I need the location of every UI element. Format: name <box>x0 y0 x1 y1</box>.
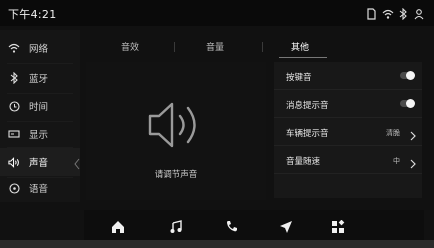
sidebar-item-display[interactable]: 显示 <box>0 120 80 148</box>
key-tone-toggle[interactable] <box>400 71 415 80</box>
sound-icon <box>8 156 20 168</box>
sidebar-item-network[interactable]: 网络 <box>0 34 80 62</box>
phone-icon[interactable] <box>222 217 242 237</box>
sidebar-item-label: 网络 <box>29 44 49 55</box>
wifi-icon <box>8 42 20 54</box>
sound-caption: 请调节声音 <box>154 170 198 180</box>
sidebar-item-sound[interactable]: 声音 <box>0 148 80 176</box>
sidebar-item-bluetooth[interactable]: 蓝牙 <box>0 64 80 92</box>
voice-icon <box>8 182 20 194</box>
speaker-icon <box>146 100 208 154</box>
vehicle-tone-value: 清脆 <box>386 129 400 137</box>
sidebar: 网络 蓝牙 时间 显示 声音 语音 <box>0 30 80 202</box>
sd-card-icon <box>366 5 378 20</box>
bottom-dock <box>84 210 424 244</box>
bluetooth-icon <box>398 5 410 21</box>
sidebar-item-voice[interactable]: 语音 <box>0 174 80 202</box>
settings-screen: 下午4:21 网络 蓝牙 时间 显示 声音 语音 音效 音量 其他 请调节声音 … <box>0 0 434 248</box>
status-icons <box>366 5 426 21</box>
setting-label: 消息提示音 <box>286 101 329 111</box>
tab-sound-effects[interactable]: 音效 <box>121 40 139 53</box>
setting-row-message-tone[interactable]: 消息提示音 <box>274 90 422 118</box>
navigation-icon[interactable] <box>276 217 296 237</box>
sidebar-item-label: 声音 <box>29 158 49 169</box>
clock-icon <box>8 100 20 112</box>
sidebar-item-label: 蓝牙 <box>29 74 49 85</box>
apps-icon[interactable] <box>328 217 348 237</box>
setting-row-speed-volume[interactable]: 音量随速 中 <box>274 146 422 174</box>
sidebar-item-time[interactable]: 时间 <box>0 92 80 120</box>
tab-other[interactable]: 其他 <box>291 40 309 53</box>
music-icon[interactable] <box>166 217 186 237</box>
user-icon <box>414 5 426 20</box>
display-icon <box>8 128 20 140</box>
sound-pane: 请调节声音 <box>86 62 266 200</box>
status-time: 下午4:21 <box>8 8 57 21</box>
sound-tabs: 音效 音量 其他 <box>86 38 422 58</box>
chevron-left-icon <box>74 155 80 174</box>
home-icon[interactable] <box>108 217 128 237</box>
chevron-right-icon <box>410 154 416 173</box>
tab-divider <box>262 42 263 52</box>
chevron-right-icon <box>410 126 416 145</box>
sidebar-item-label: 语音 <box>29 184 49 195</box>
toggle-knob <box>406 71 415 80</box>
toggle-knob <box>406 99 415 108</box>
setting-row-vehicle-tone[interactable]: 车辆提示音 清脆 <box>274 118 422 146</box>
message-tone-toggle[interactable] <box>400 99 415 108</box>
wifi-icon <box>382 5 394 19</box>
setting-label: 车辆提示音 <box>286 129 329 139</box>
setting-label: 音量随速 <box>286 157 321 167</box>
active-tab-indicator <box>279 57 327 58</box>
sidebar-item-label: 显示 <box>29 130 49 141</box>
status-bar: 下午4:21 <box>0 0 434 26</box>
bluetooth-icon <box>8 72 20 84</box>
setting-label: 按键音 <box>286 73 312 83</box>
speed-volume-value: 中 <box>393 157 400 165</box>
settings-panel: 按键音 消息提示音 车辆提示音 清脆 音量随速 中 <box>274 62 422 198</box>
sidebar-item-label: 时间 <box>29 102 49 113</box>
setting-row-key-tone[interactable]: 按键音 <box>274 62 422 90</box>
bottom-strip <box>0 240 434 248</box>
tab-volume[interactable]: 音量 <box>206 40 224 53</box>
tab-divider <box>174 42 175 52</box>
